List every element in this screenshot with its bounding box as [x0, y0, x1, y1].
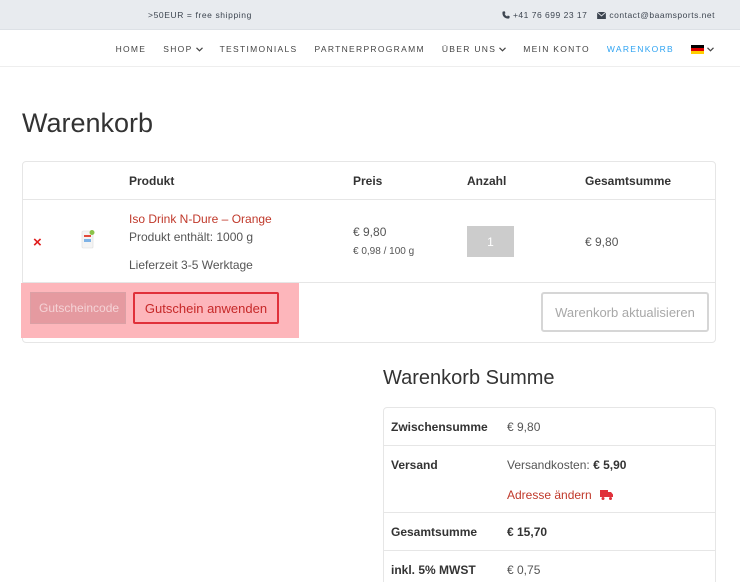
vat-value: € 0,75 [507, 563, 541, 577]
language-switcher[interactable] [691, 44, 714, 54]
coupon-highlight: Gutscheincode Gutschein anwenden [21, 283, 299, 338]
change-address-link[interactable]: Adresse ändern [507, 488, 613, 502]
column-header-product: Produkt [129, 174, 175, 188]
item-price: € 9,80 [353, 225, 387, 239]
total-value: € 15,70 [507, 525, 548, 539]
nav-item-warenkorb[interactable]: WARENKORB [607, 44, 674, 54]
phone-number: +41 76 699 23 17 [512, 10, 588, 20]
phone-link[interactable]: +41 76 699 23 17 [502, 10, 587, 20]
update-cart-button[interactable]: Warenkorb aktualisieren [541, 292, 709, 332]
cart-table: Produkt Preis Anzahl Gesamtsumme × Iso D… [21, 161, 716, 343]
quantity-input[interactable]: 1 [467, 226, 514, 257]
contact-info: +41 76 699 23 17 contact@baamsports.net [502, 10, 715, 20]
nav-item-home[interactable]: HOME [116, 44, 147, 54]
email-address: contact@baamsports.net [609, 10, 715, 20]
nav-menu: HOME SHOP TESTIMONIALS PARTNERPROGRAMM Ü… [99, 44, 714, 54]
phone-icon [502, 11, 510, 19]
page-title: Warenkorb [22, 108, 154, 138]
column-header-price: Preis [353, 174, 383, 188]
top-bar: >50EUR = free shipping +41 76 699 23 17 … [0, 0, 740, 30]
chevron-down-icon [195, 46, 203, 52]
nav-item-testimonials[interactable]: TESTIMONIALS [220, 44, 298, 54]
remove-item-button[interactable]: × [33, 234, 42, 251]
truck-icon [599, 490, 613, 500]
nav-item-ueber-uns[interactable]: ÜBER UNS [442, 44, 507, 54]
subtotal-value: € 9,80 [507, 420, 541, 434]
delivery-time: Lieferzeit 3-5 Werktage [129, 258, 253, 272]
chevron-down-icon [499, 46, 507, 52]
shipping-value: Versandkosten: € 5,90 [507, 458, 627, 472]
shipping-promo: >50EUR = free shipping [148, 10, 252, 20]
total-label: Gesamtsumme [391, 525, 478, 539]
shipping-label: Versand [391, 458, 438, 472]
product-name-link[interactable]: Iso Drink N-Dure – Orange [129, 212, 272, 226]
product-thumbnail[interactable] [81, 229, 95, 249]
german-flag-icon [691, 44, 704, 54]
cart-totals-title: Warenkorb Summe [383, 367, 555, 389]
apply-coupon-button[interactable]: Gutschein anwenden [133, 292, 279, 324]
vat-label: inkl. 5% MWST [391, 563, 476, 577]
total-row: Gesamtsumme € 15,70 [384, 513, 715, 551]
vat-row: inkl. 5% MWST € 0,75 [384, 551, 715, 582]
table-row: × Iso Drink N-Dure – Orange Produkt enth… [23, 200, 715, 283]
subtotal-row: Zwischensumme € 9,80 [384, 408, 715, 446]
nav-item-mein-konto[interactable]: MEIN KONTO [523, 44, 590, 54]
main-navigation: HOME SHOP TESTIMONIALS PARTNERPROGRAMM Ü… [0, 30, 740, 67]
email-link[interactable]: contact@baamsports.net [597, 10, 715, 20]
coupon-code-input[interactable]: Gutscheincode [30, 292, 126, 324]
column-header-quantity: Anzahl [467, 174, 507, 188]
envelope-icon [597, 11, 607, 19]
subtotal-label: Zwischensumme [391, 420, 488, 434]
cart-table-header: Produkt Preis Anzahl Gesamtsumme [23, 162, 715, 200]
nav-item-partnerprogramm[interactable]: PARTNERPROGRAMM [315, 44, 425, 54]
nav-item-shop[interactable]: SHOP [163, 44, 203, 54]
shipping-row: Versand Versandkosten: € 5,90 Adresse än… [384, 446, 715, 513]
item-unit-price: € 0,98 / 100 g [353, 246, 415, 257]
cart-totals-table: Zwischensumme € 9,80 Versand Versandkost… [383, 407, 716, 582]
chevron-down-icon [707, 46, 714, 52]
item-total: € 9,80 [585, 235, 619, 249]
product-content: Produkt enthält: 1000 g [129, 230, 254, 244]
column-header-total: Gesamtsumme [585, 174, 672, 188]
